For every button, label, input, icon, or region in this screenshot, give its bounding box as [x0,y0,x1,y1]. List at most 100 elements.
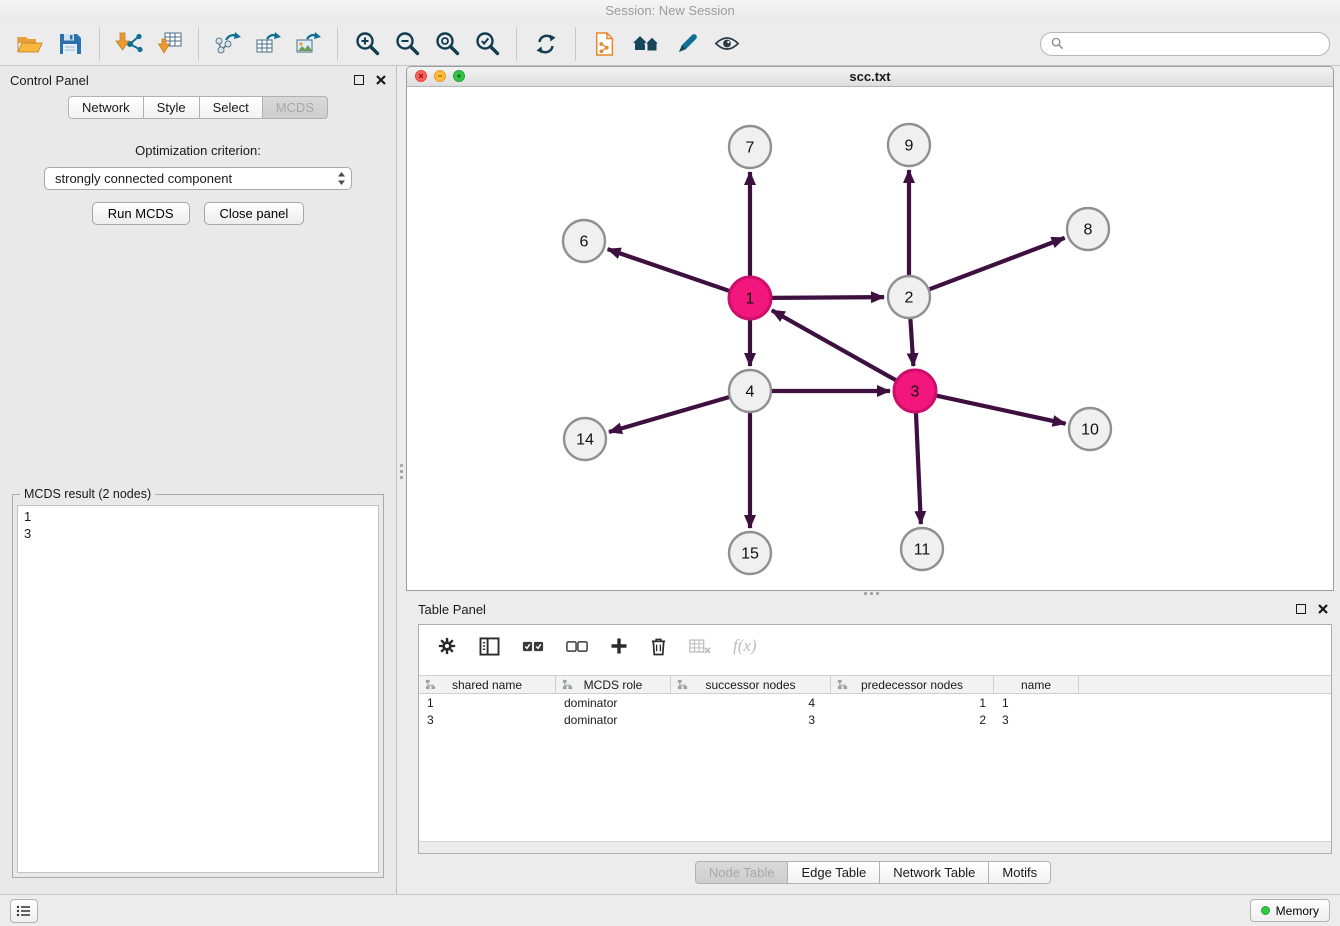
zoom-selected-button[interactable] [470,26,504,62]
float-panel-icon[interactable] [354,75,364,85]
tab-network-table[interactable]: Network Table [880,861,989,884]
network-view[interactable]: 7 9 6 8 1 2 4 3 14 10 15 11 [407,87,1333,591]
cell-name[interactable]: 1 [994,696,1079,710]
column-header-predecessor-nodes[interactable]: predecessor nodes [831,676,994,693]
table-settings-button[interactable] [437,636,457,656]
export-table-button[interactable] [251,26,285,62]
tab-node-table[interactable]: Node Table [695,861,789,884]
tab-network[interactable]: Network [68,96,144,119]
cell-shared-name[interactable]: 3 [419,713,556,727]
graph-edge[interactable] [936,395,1066,423]
graph-node[interactable]: 14 [564,418,606,460]
graph-node[interactable]: 10 [1069,408,1111,450]
table-row[interactable]: 1 dominator 4 1 1 [419,694,1331,711]
search-box[interactable] [1040,32,1330,56]
graph-node[interactable]: 2 [888,276,930,318]
column-header-successor-nodes[interactable]: successor nodes [671,676,831,693]
mcds-result-list[interactable]: 1 3 [17,505,379,873]
graph-edge[interactable] [916,412,921,524]
graph-node-label: 4 [746,384,755,401]
graph-edge[interactable] [608,249,730,291]
visibility-button[interactable] [710,26,744,62]
unselect-all-columns-button[interactable] [566,640,588,653]
cell-predecessor-nodes[interactable]: 2 [831,713,994,727]
cell-name[interactable]: 3 [994,713,1079,727]
toolbar-separator [198,27,199,61]
run-mcds-button[interactable]: Run MCDS [92,202,190,225]
import-table-button[interactable] [152,26,186,62]
column-header-name[interactable]: name [994,676,1079,693]
tab-mcds[interactable]: MCDS [263,96,328,119]
graph-node[interactable]: 3 [894,370,936,412]
graph-edge[interactable] [929,238,1065,290]
traffic-light-minimize[interactable]: − [434,70,446,82]
table-panel: Table Panel [406,596,1340,888]
vertical-splitter[interactable] [397,66,406,894]
graph-node-label: 14 [576,432,594,449]
graph-node[interactable]: 9 [888,124,930,166]
zoom-fit-button[interactable] [430,26,464,62]
cell-mcds-role[interactable]: dominator [556,713,671,727]
export-network-button[interactable] [211,26,245,62]
save-session-button[interactable] [53,26,87,62]
tab-edge-table[interactable]: Edge Table [788,861,880,884]
graph-edge[interactable] [772,310,897,380]
status-bar: Memory [0,894,1340,926]
traffic-light-close[interactable]: × [415,70,427,82]
open-file-button[interactable] [13,26,47,62]
cell-successor-nodes[interactable]: 4 [671,696,831,710]
graph-node[interactable]: 4 [729,370,771,412]
graph-edge[interactable] [609,397,730,432]
export-image-button[interactable] [291,26,325,62]
graph-node[interactable]: 11 [901,528,943,570]
add-column-button[interactable] [610,637,628,655]
share-document-button[interactable] [588,26,622,62]
main-toolbar [0,22,1340,66]
graph-node[interactable]: 7 [729,126,771,168]
close-panel-icon[interactable] [376,75,386,85]
graph-node[interactable]: 15 [729,532,771,574]
table-panel-header: Table Panel [406,596,1340,622]
close-panel-button[interactable]: Close panel [204,202,305,225]
traffic-light-zoom[interactable]: + [453,70,465,82]
home-views-button[interactable] [628,26,664,62]
window-titlebar: Session: New Session [0,0,1340,22]
table-row[interactable]: 3 dominator 3 2 3 [419,711,1331,728]
graph-node[interactable]: 1 [729,277,771,319]
delete-column-button[interactable] [650,637,667,656]
cell-predecessor-nodes[interactable]: 1 [831,696,994,710]
task-history-button[interactable] [10,899,38,923]
network-window-titlebar[interactable]: × − + scc.txt [407,67,1333,87]
tab-select[interactable]: Select [200,96,263,119]
toolbar-separator [516,27,517,61]
paint-style-button[interactable] [670,26,704,62]
cell-successor-nodes[interactable]: 3 [671,713,831,727]
function-builder-button[interactable]: f(x) [733,636,757,656]
column-header-shared-name[interactable]: shared name [419,676,556,693]
optimization-criterion-select[interactable]: strongly connected component [44,167,352,190]
houses-icon [631,33,661,55]
cell-mcds-role[interactable]: dominator [556,696,671,710]
graph-node[interactable]: 6 [563,220,605,262]
close-table-panel-icon[interactable] [1318,604,1328,614]
float-table-panel-icon[interactable] [1296,604,1306,614]
cell-shared-name[interactable]: 1 [419,696,556,710]
zoom-out-button[interactable] [390,26,424,62]
column-type-icon [562,679,573,690]
tab-style[interactable]: Style [144,96,200,119]
select-all-columns-button[interactable] [522,640,544,653]
graph-edge[interactable] [771,297,884,298]
table-horizontal-scrollbar[interactable] [419,841,1331,853]
memory-button[interactable]: Memory [1250,899,1330,922]
zoom-in-button[interactable] [350,26,384,62]
column-panel-button[interactable] [479,637,500,656]
refresh-view-button[interactable] [529,26,563,62]
search-input[interactable] [1070,36,1319,51]
delete-table-button[interactable] [689,639,711,654]
graph-node[interactable]: 8 [1067,208,1109,250]
tab-motifs[interactable]: Motifs [989,861,1051,884]
graph-edge[interactable] [910,318,913,366]
import-network-button[interactable] [112,26,146,62]
save-session-icon [59,33,81,55]
column-header-mcds-role[interactable]: MCDS role [556,676,671,693]
